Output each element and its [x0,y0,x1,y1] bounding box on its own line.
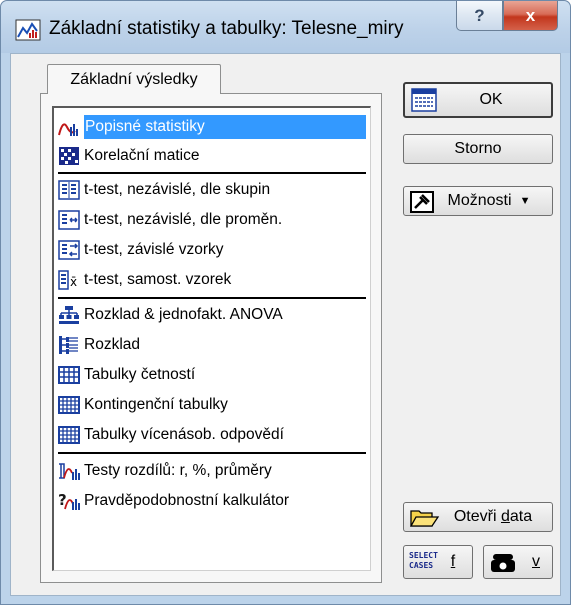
close-icon: x [525,5,536,25]
app-chart-icon [15,19,41,41]
ok-table-icon [411,88,437,112]
list-item[interactable]: Tabulky vícenásob. odpovědí [58,422,366,448]
group-divider [58,452,366,454]
list-item-label: Popisné statistiky [84,117,209,137]
open-folder-icon [410,510,440,527]
options-button[interactable]: Možnosti ▼ [403,186,553,216]
difference-tests-icon [59,463,80,480]
correlation-matrix-icon [59,147,79,165]
select-cases-icon: SELECT CASES [409,551,438,570]
list-item-label: Kontingenční tabulky [84,396,228,413]
list-item-label: t-test, závislé vzorky [84,241,224,258]
dialog-window: Základní statistiky a tabulky: Telesne_m… [0,0,571,605]
list-item-label: Tabulky četností [84,366,196,383]
tab-basic-results[interactable]: Základní výsledky [47,64,221,94]
list-item-label: Korelační matice [84,147,200,164]
title-bar[interactable]: Základní statistiky a tabulky: Telesne_m… [1,1,570,53]
list-item-label: Testy rozdílů: r, %, průměry [84,462,272,479]
breakdown-icon [59,336,78,354]
list-item[interactable]: t-test, závislé vzorky [58,237,366,263]
window-title: Základní statistiky a tabulky: Telesne_m… [49,18,404,39]
list-item-label: Tabulky vícenásob. odpovědí [84,426,284,443]
tab-panel: Popisné statistiky Korelační matice t-te… [40,93,382,583]
ttest-groups-icon [58,180,80,200]
contingency-tables-icon [58,396,80,414]
list-item[interactable]: Testy rozdílů: r, %, průměry [58,458,366,484]
ok-label: OK [479,91,503,108]
list-item[interactable]: t-test, nezávislé, dle proměn. [58,207,366,233]
list-item-label: Rozklad [84,336,140,353]
weight-button[interactable]: v [483,545,553,579]
list-item[interactable]: Korelační matice [58,143,366,169]
list-item-label: t-test, samost. vzorek [84,271,232,288]
cancel-button[interactable]: Storno [403,134,553,164]
descriptive-stats-icon [58,123,78,136]
frequency-tables-icon [58,366,80,384]
options-icon [410,191,434,213]
list-item-label: t-test, nezávislé, dle proměn. [84,211,283,228]
probability-calculator-icon: ? [58,491,80,510]
help-icon: ? [474,5,485,25]
ttest-dependent-icon [58,240,80,260]
group-divider [58,172,366,174]
list-item[interactable]: ? Pravděpodobnostní kalkulátor [58,488,366,514]
multiple-response-icon [58,426,80,444]
help-button[interactable]: ? [456,1,503,31]
dialog-client-area: Základní výsledky Popisné statistiky Kor… [10,53,561,596]
list-item[interactable]: Popisné statistiky [58,114,366,140]
list-item-label: Rozklad & jednofakt. ANOVA [84,306,283,323]
ok-button[interactable]: OK [403,82,553,118]
options-label: Možnosti [447,192,512,209]
group-divider [58,297,366,299]
tab-label: Základní výsledky [70,70,198,88]
list-item[interactable]: Kontingenční tabulky [58,392,366,418]
svg-text:x̄: x̄ [70,275,77,289]
chevron-down-icon: ▼ [519,195,531,207]
analysis-list[interactable]: Popisné statistiky Korelační matice t-te… [52,106,371,571]
list-item[interactable]: Rozklad & jednofakt. ANOVA [58,302,366,328]
list-item[interactable]: t-test, nezávislé, dle skupin [58,177,366,203]
weight-icon [491,554,515,572]
list-item[interactable]: Tabulky četností [58,362,366,388]
cancel-label: Storno [454,140,502,157]
list-item-label: Pravděpodobnostní kalkulátor [84,492,290,509]
weight-label: v [532,553,540,570]
list-item-label: t-test, nezávislé, dle skupin [84,181,271,198]
open-data-label: Otevři data [453,508,533,525]
select-cases-label: f [450,553,456,570]
open-data-button[interactable]: Otevři data [403,502,553,532]
list-item[interactable]: Rozklad [58,332,366,358]
list-item[interactable]: x̄ t-test, samost. vzorek [58,267,366,293]
ttest-single-icon: x̄ [58,270,77,290]
select-cases-button[interactable]: SELECT CASES f [403,545,473,579]
breakdown-anova-icon [59,306,79,324]
close-button[interactable]: x [503,1,558,31]
ttest-variables-icon [58,210,80,230]
